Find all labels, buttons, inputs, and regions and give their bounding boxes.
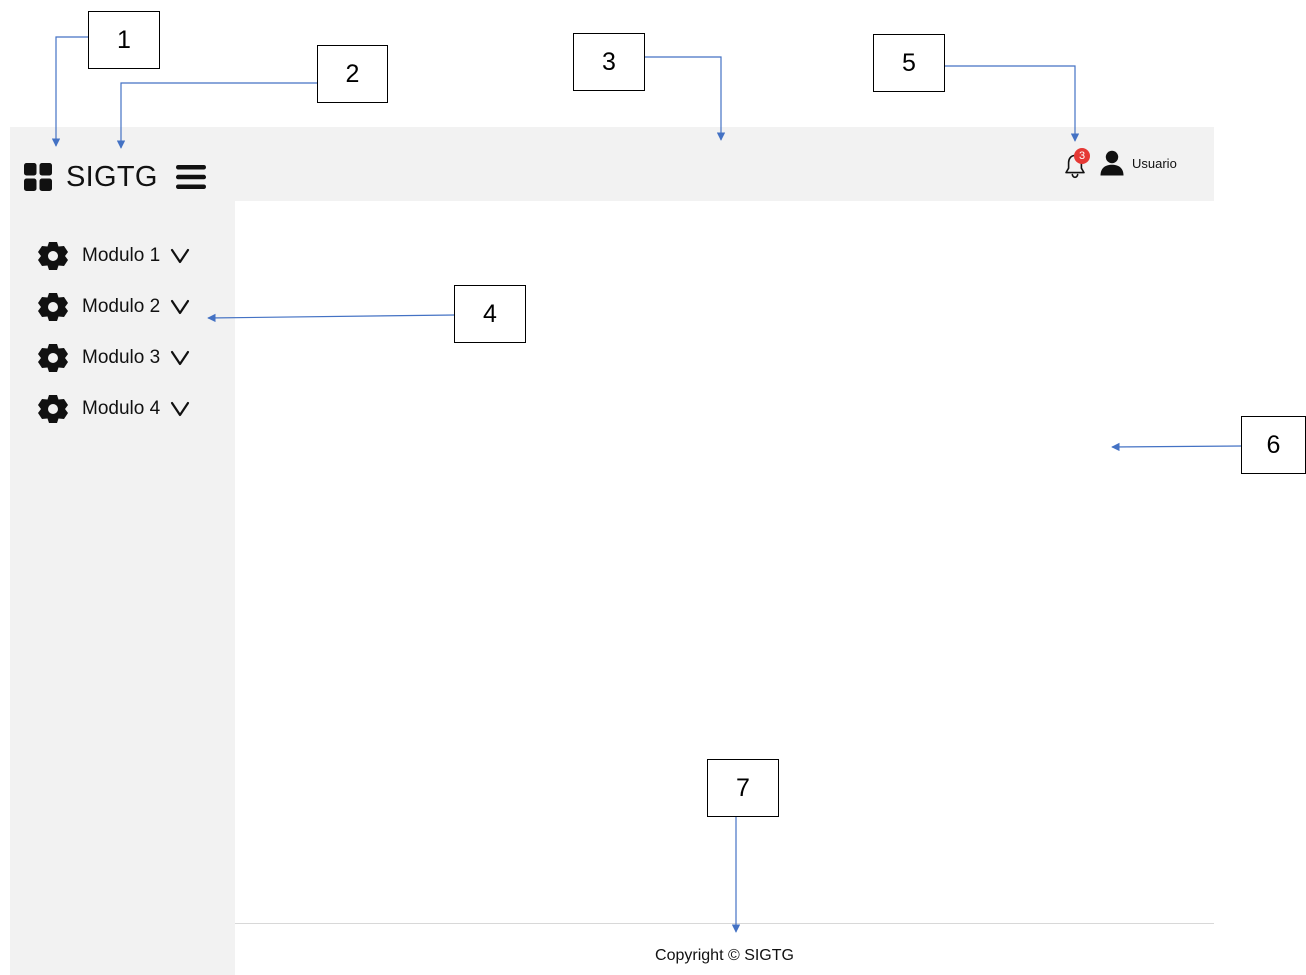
callout-7: 7 — [707, 759, 779, 817]
notification-badge: 3 — [1074, 148, 1090, 164]
callout-5: 5 — [873, 34, 945, 92]
gear-icon — [38, 344, 68, 372]
callout-4: 4 — [454, 285, 526, 343]
header-user-area: 3 Usuario — [1062, 146, 1177, 180]
callout-3: 3 — [573, 33, 645, 91]
user-label[interactable]: Usuario — [1132, 156, 1177, 171]
sidebar-item-modulo-2[interactable]: Modulo 2 — [34, 287, 224, 327]
chevron-down-icon — [171, 248, 190, 264]
notifications-button[interactable]: 3 — [1062, 147, 1090, 179]
gear-icon — [38, 242, 68, 270]
sidebar-item-modulo-3[interactable]: Modulo 3 — [34, 338, 224, 378]
chevron-down-icon — [171, 401, 190, 417]
hamburger-menu-icon[interactable] — [175, 163, 206, 191]
brand-area: SIGTG — [24, 158, 206, 196]
footer-copyright: Copyright © SIGTG — [655, 947, 794, 964]
sidebar-item-modulo-1[interactable]: Modulo 1 — [34, 236, 224, 276]
sidebar-item-label: Modulo 3 — [82, 347, 161, 368]
callout-arrow-6 — [1111, 442, 1243, 452]
gear-icon — [38, 395, 68, 423]
callout-1: 1 — [88, 11, 160, 69]
app-title: SIGTG — [66, 160, 158, 193]
callout-arrow-4 — [207, 313, 456, 323]
sidebar-item-modulo-4[interactable]: Modulo 4 — [34, 389, 224, 429]
gear-icon — [38, 293, 68, 321]
footer-divider — [235, 923, 1214, 924]
chevron-down-icon — [171, 299, 190, 315]
sidebar-item-label: Modulo 2 — [82, 296, 161, 317]
diagram-canvas: SIGTG 3 Usuario Modulo 1 Modulo 2 Modulo… — [0, 0, 1306, 975]
grid-icon — [24, 163, 52, 191]
sidebar-menu: Modulo 1 Modulo 2 Modulo 3 Modulo 4 — [34, 236, 224, 440]
sidebar-item-label: Modulo 1 — [82, 245, 161, 266]
callout-2: 2 — [317, 45, 388, 103]
callout-6: 6 — [1241, 416, 1306, 474]
user-icon[interactable] — [1100, 150, 1124, 176]
sidebar-item-label: Modulo 4 — [82, 398, 161, 419]
chevron-down-icon — [171, 350, 190, 366]
